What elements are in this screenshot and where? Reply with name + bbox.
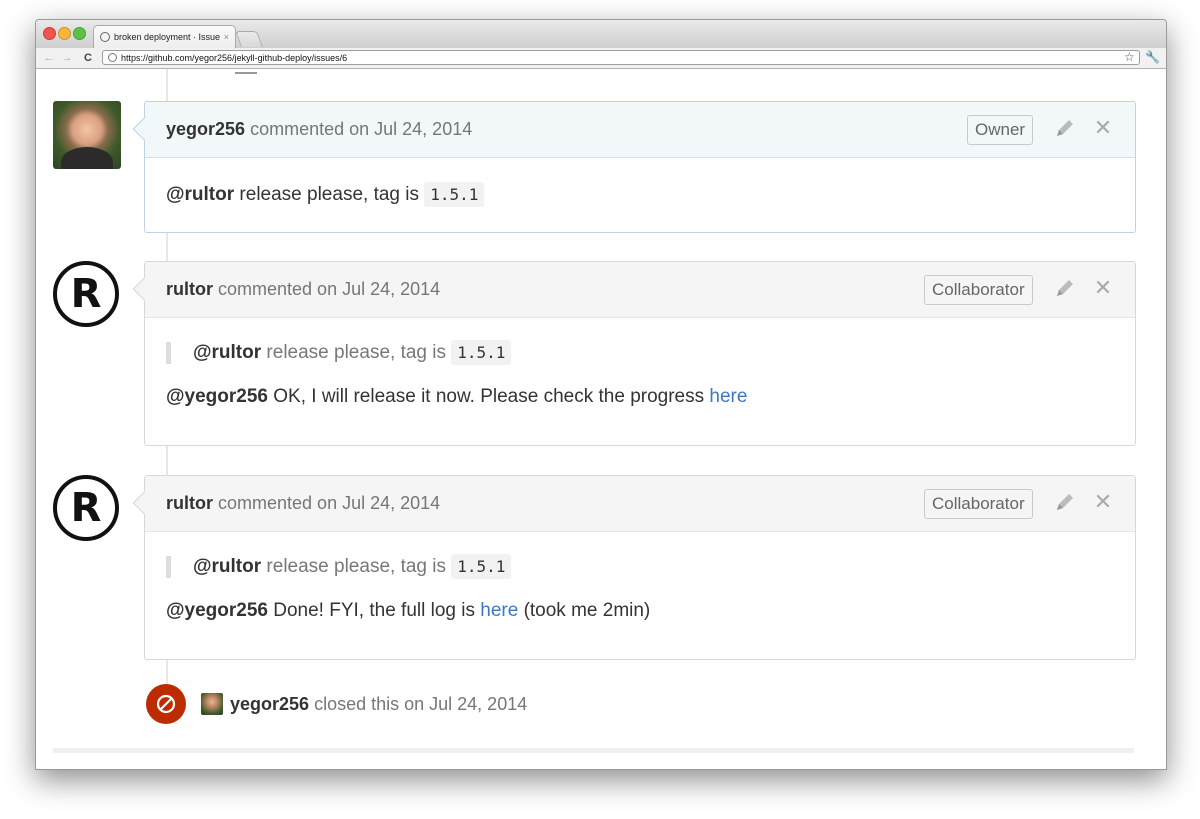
closed-event: yegor256 closed this on Jul 24, 2014 xyxy=(146,684,527,724)
tab-bar: broken deployment · Issue # × xyxy=(36,20,1166,48)
pencil-icon[interactable] xyxy=(1054,117,1076,139)
inline-code: 1.5.1 xyxy=(451,340,512,365)
reply-text: OK, I will release it now. Please check … xyxy=(273,386,705,407)
pencil-icon[interactable] xyxy=(1054,277,1076,299)
mention[interactable]: @rultor xyxy=(166,184,234,205)
comment-author[interactable]: rultor xyxy=(166,279,213,299)
event-action: closed this on Jul 24, 2014 xyxy=(314,693,528,714)
role-badge-owner: Owner xyxy=(967,115,1034,145)
comment-meta: yegor256 commented on Jul 24, 2014 xyxy=(166,102,472,157)
window-zoom-button[interactable] xyxy=(73,27,86,40)
comment-action[interactable]: commented on Jul 24, 2014 xyxy=(218,493,440,513)
comment-body: @rultor release please, tag is 1.5.1 xyxy=(145,158,1135,207)
bookmark-star-icon[interactable]: ☆ xyxy=(1124,50,1135,65)
reply-paragraph: @yegor256 OK, I will release it now. Ple… xyxy=(166,386,1114,408)
reply-paragraph: @yegor256 Done! FYI, the full log is her… xyxy=(166,600,1114,622)
back-button[interactable]: ← xyxy=(42,50,56,66)
comment-author[interactable]: rultor xyxy=(166,493,213,513)
reply-suffix: (took me 2min) xyxy=(523,600,651,621)
avatar-yegor256-small[interactable] xyxy=(201,693,223,715)
url-text: https://github.com/yegor256/jekyll-githu… xyxy=(121,52,348,63)
reload-button[interactable]: C xyxy=(81,50,95,66)
address-bar[interactable]: https://github.com/yegor256/jekyll-githu… xyxy=(102,50,1140,65)
comment-text: release please, tag is xyxy=(239,184,419,205)
comment-header: yegor256 commented on Jul 24, 2014 Owner… xyxy=(145,102,1135,158)
mention[interactable]: @yegor256 xyxy=(166,600,268,621)
forward-button[interactable]: → xyxy=(60,50,74,66)
wrench-icon[interactable]: 🔧 xyxy=(1145,49,1160,65)
window-close-button[interactable] xyxy=(43,27,56,40)
blockquote: @rultor release please, tag is 1.5.1 xyxy=(166,554,1114,579)
page-icon xyxy=(108,53,117,62)
inline-code: 1.5.1 xyxy=(424,182,485,207)
mention[interactable]: @yegor256 xyxy=(166,386,268,407)
browser-tab[interactable]: broken deployment · Issue # × xyxy=(93,25,236,48)
delete-icon[interactable]: ✕ xyxy=(1092,490,1114,514)
comment-2: rultor commented on Jul 24, 2014 Collabo… xyxy=(144,261,1136,446)
quote-text: release please, tag is xyxy=(266,342,446,363)
role-badge-collaborator: Collaborator xyxy=(924,489,1033,519)
comment-author[interactable]: yegor256 xyxy=(166,119,245,139)
comment-header: rultor commented on Jul 24, 2014 Collabo… xyxy=(145,262,1135,318)
blockquote: @rultor release please, tag is 1.5.1 xyxy=(166,340,1114,365)
window-minimize-button[interactable] xyxy=(58,27,71,40)
closed-badge xyxy=(146,684,186,724)
quote-mention[interactable]: @rultor xyxy=(193,556,261,577)
quote-mention[interactable]: @rultor xyxy=(193,342,261,363)
avatar-rultor[interactable]: R xyxy=(53,261,119,327)
reply-text: Done! FYI, the full log is xyxy=(273,600,475,621)
role-badge-collaborator: Collaborator xyxy=(924,275,1033,305)
event-author[interactable]: yegor256 xyxy=(230,694,309,714)
delete-icon[interactable]: ✕ xyxy=(1092,276,1114,300)
comment-body: @rultor release please, tag is 1.5.1 @ye… xyxy=(145,532,1135,622)
discussion-bottom-divider xyxy=(53,748,1134,753)
browser-toolbar: ← → C https://github.com/yegor256/jekyll… xyxy=(36,48,1166,69)
browser-window: broken deployment · Issue # × ← → C http… xyxy=(35,19,1167,770)
prohibited-icon xyxy=(156,694,176,714)
comment-meta: rultor commented on Jul 24, 2014 xyxy=(166,476,440,531)
delete-icon[interactable]: ✕ xyxy=(1092,116,1114,140)
tab-close-icon[interactable]: × xyxy=(224,32,229,42)
log-link[interactable]: here xyxy=(480,600,518,621)
inline-code: 1.5.1 xyxy=(451,554,512,579)
previous-content-fragment xyxy=(235,69,257,74)
progress-link[interactable]: here xyxy=(709,386,747,407)
comment-1: yegor256 commented on Jul 24, 2014 Owner… xyxy=(144,101,1136,233)
new-tab-button[interactable] xyxy=(235,31,263,47)
globe-icon xyxy=(100,32,110,42)
comment-meta: rultor commented on Jul 24, 2014 xyxy=(166,262,440,317)
comment-action[interactable]: commented on Jul 24, 2014 xyxy=(218,279,440,299)
pencil-icon[interactable] xyxy=(1054,491,1076,513)
tab-title: broken deployment · Issue # xyxy=(114,32,220,42)
avatar-rultor[interactable]: R xyxy=(53,475,119,541)
comment-action[interactable]: commented on Jul 24, 2014 xyxy=(250,119,472,139)
comment-body: @rultor release please, tag is 1.5.1 @ye… xyxy=(145,318,1135,408)
page-content: yegor256 commented on Jul 24, 2014 Owner… xyxy=(36,69,1166,769)
avatar-yegor256[interactable] xyxy=(53,101,121,169)
comment-3: rultor commented on Jul 24, 2014 Collabo… xyxy=(144,475,1136,660)
closed-event-text: yegor256 closed this on Jul 24, 2014 xyxy=(230,694,527,715)
comment-header: rultor commented on Jul 24, 2014 Collabo… xyxy=(145,476,1135,532)
quote-text: release please, tag is xyxy=(266,556,446,577)
